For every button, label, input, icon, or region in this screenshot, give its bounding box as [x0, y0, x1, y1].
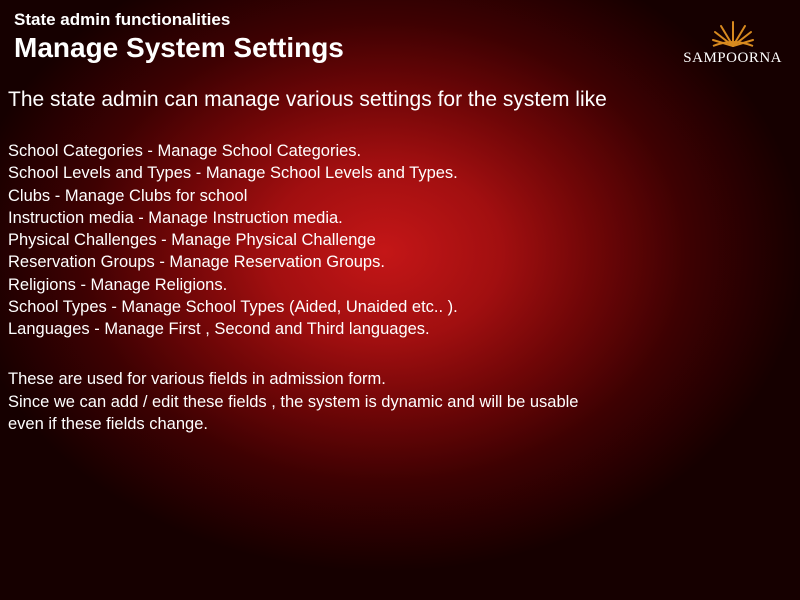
brand-logo: SAMPOORNA	[683, 18, 782, 67]
list-item: Languages - Manage First , Second and Th…	[8, 318, 786, 340]
footer-line: even if these fields change.	[8, 413, 786, 435]
list-item: Religions - Manage Religions.	[8, 274, 786, 296]
footer-line: These are used for various fields in adm…	[8, 368, 786, 390]
settings-list: School Categories - Manage School Catego…	[0, 112, 800, 340]
slide-subtitle: State admin functionalities	[14, 10, 786, 30]
list-item: Instruction media - Manage Instruction m…	[8, 207, 786, 229]
intro-text: The state admin can manage various setti…	[0, 70, 800, 112]
list-item: Reservation Groups - Manage Reservation …	[8, 251, 786, 273]
footer-text: These are used for various fields in adm…	[0, 340, 800, 435]
list-item: Clubs - Manage Clubs for school	[8, 185, 786, 207]
sunburst-icon	[711, 18, 755, 48]
list-item: School Categories - Manage School Catego…	[8, 140, 786, 162]
list-item: Physical Challenges - Manage Physical Ch…	[8, 229, 786, 251]
slide-header: State admin functionalities Manage Syste…	[0, 0, 800, 70]
slide-title: Manage System Settings	[14, 32, 786, 64]
footer-line: Since we can add / edit these fields , t…	[8, 391, 786, 413]
list-item: School Levels and Types - Manage School …	[8, 162, 786, 184]
list-item: School Types - Manage School Types (Aide…	[8, 296, 786, 318]
brand-name: SAMPOORNA	[683, 50, 782, 67]
